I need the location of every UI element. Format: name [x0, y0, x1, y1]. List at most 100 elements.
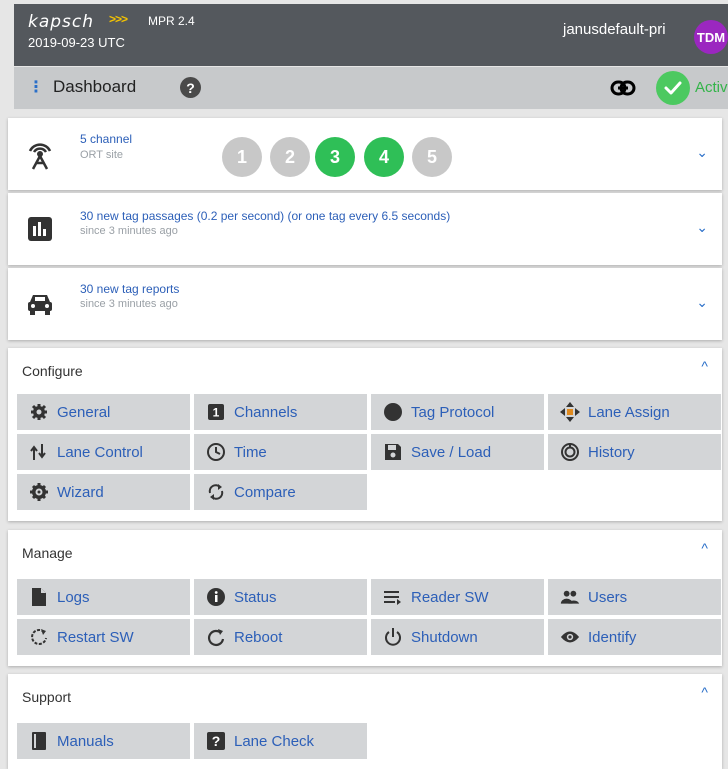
car-icon — [22, 286, 58, 322]
collapse-manage-icon[interactable]: ^ — [701, 540, 708, 556]
time-label: Time — [234, 443, 267, 461]
passages-title: 30 new tag passages (0.2 per second) (or… — [80, 209, 451, 223]
clock-icon — [206, 442, 226, 462]
support-section: Support ^ Manuals ? Lane Check — [8, 674, 722, 769]
time-button[interactable]: Time — [194, 434, 367, 470]
app-header: kapsch >>> MPR 2.4 2019-09-23 UTC janusd… — [14, 4, 728, 66]
lane-assign-label: Lane Assign — [588, 403, 670, 421]
logs-button[interactable]: Logs — [17, 579, 190, 615]
identify-button[interactable]: Identify — [548, 619, 721, 655]
date-time: 2019-09-23 UTC — [28, 35, 125, 50]
shutdown-button[interactable]: Shutdown — [371, 619, 544, 655]
reader-sw-button[interactable]: Reader SW — [371, 579, 544, 615]
channel-3[interactable]: 3 — [315, 137, 355, 177]
save-icon — [383, 442, 403, 462]
reports-card[interactable]: 30 new tag reports since 3 minutes ago ⌄ — [8, 268, 722, 340]
channel-4[interactable]: 4 — [364, 137, 404, 177]
site-title: 5 channel — [80, 132, 133, 146]
tag-protocol-label: Tag Protocol — [411, 403, 495, 421]
bar-chart-icon — [22, 211, 58, 247]
reports-title: 30 new tag reports — [80, 282, 180, 296]
reader-sw-label: Reader SW — [411, 588, 489, 606]
username[interactable]: janusdefault-pri — [563, 21, 666, 38]
history-button[interactable]: History — [548, 434, 721, 470]
collapse-support-icon[interactable]: ^ — [701, 684, 708, 700]
users-label: Users — [588, 588, 628, 606]
channels-button[interactable]: 1 Channels — [194, 394, 367, 430]
lane-assign-button[interactable]: Lane Assign — [548, 394, 721, 430]
save-load-button[interactable]: Save / Load — [371, 434, 544, 470]
brand-logo: kapsch — [28, 12, 95, 32]
general-label: General — [57, 403, 111, 421]
page-title: Dashboard — [53, 77, 137, 96]
channel-1[interactable]: 1 — [222, 137, 262, 177]
question-box-icon: ? — [206, 731, 226, 751]
lane-control-button[interactable]: Lane Control — [17, 434, 190, 470]
help-icon[interactable]: ? — [180, 77, 201, 98]
move-arrows-icon — [560, 402, 580, 422]
support-grid: Manuals ? Lane Check — [17, 723, 721, 759]
info-icon — [206, 587, 226, 607]
expand-reports-chevron-icon[interactable]: ⌄ — [696, 294, 708, 311]
link-icon[interactable] — [610, 78, 636, 103]
reboot-button[interactable]: Reboot — [194, 619, 367, 655]
version-label: MPR 2.4 — [148, 14, 195, 28]
channel-number-icon: 1 — [206, 402, 226, 422]
compare-arrows-icon — [206, 482, 226, 502]
avatar[interactable]: TDM — [694, 20, 728, 54]
restart-sw-label: Restart SW — [57, 628, 134, 646]
history-icon — [560, 442, 580, 462]
channel-2[interactable]: 2 — [270, 137, 310, 177]
identify-label: Identify — [588, 628, 637, 646]
svg-text:1: 1 — [213, 406, 220, 420]
site-card[interactable]: 5 channel ORT site 1 2 3 4 5 ⌄ — [8, 118, 722, 190]
passages-subtitle: since 3 minutes ago — [80, 225, 178, 237]
lane-check-button[interactable]: ? Lane Check — [194, 723, 367, 759]
list-arrow-icon — [383, 587, 403, 607]
gear-icon — [29, 402, 49, 422]
expand-site-chevron-icon[interactable]: ⌄ — [696, 144, 708, 161]
active-check-icon — [656, 71, 690, 105]
general-button[interactable]: General — [17, 394, 190, 430]
logs-label: Logs — [57, 588, 90, 606]
status-label: Active — [695, 79, 728, 96]
menu-icon[interactable]: ⋮ — [28, 77, 44, 97]
antenna-icon — [22, 136, 58, 172]
configure-grid: General 1 Channels Tag Protocol Lane Ass… — [17, 394, 721, 510]
channel-5[interactable]: 5 — [412, 137, 452, 177]
passages-card[interactable]: 30 new tag passages (0.2 per second) (or… — [8, 193, 722, 265]
configure-section: Configure ^ General 1 Channels Tag Proto… — [8, 348, 722, 521]
compare-label: Compare — [234, 483, 296, 501]
restart-icon — [29, 627, 49, 647]
users-button[interactable]: Users — [548, 579, 721, 615]
status-button[interactable]: Status — [194, 579, 367, 615]
reboot-label: Reboot — [234, 628, 283, 646]
dashboard-bar: ⋮ Dashboard ? Active — [14, 67, 728, 109]
manuals-label: Manuals — [57, 732, 114, 750]
users-icon — [560, 587, 580, 607]
restart-sw-button[interactable]: Restart SW — [17, 619, 190, 655]
reboot-icon — [206, 627, 226, 647]
collapse-configure-icon[interactable]: ^ — [701, 358, 708, 374]
section-title-support: Support — [22, 689, 72, 705]
wizard-label: Wizard — [57, 483, 104, 501]
expand-passages-chevron-icon[interactable]: ⌄ — [696, 219, 708, 236]
section-title-configure: Configure — [22, 363, 83, 379]
wizard-gear-icon — [29, 482, 49, 502]
reports-subtitle: since 3 minutes ago — [80, 298, 178, 310]
svg-text:?: ? — [212, 733, 221, 749]
manuals-button[interactable]: Manuals — [17, 723, 190, 759]
save-load-label: Save / Load — [411, 443, 492, 461]
section-title-manage: Manage — [22, 545, 73, 561]
document-icon — [29, 587, 49, 607]
history-label: History — [588, 443, 635, 461]
power-icon — [383, 627, 403, 647]
compare-button[interactable]: Compare — [194, 474, 367, 510]
brand-arrows: >>> — [109, 12, 128, 26]
tag-protocol-button[interactable]: Tag Protocol — [371, 394, 544, 430]
wizard-button[interactable]: Wizard — [17, 474, 190, 510]
lane-control-icon — [29, 442, 49, 462]
site-subtitle: ORT site — [80, 149, 123, 161]
status-label: Status — [234, 588, 277, 606]
lane-control-label: Lane Control — [57, 443, 143, 461]
